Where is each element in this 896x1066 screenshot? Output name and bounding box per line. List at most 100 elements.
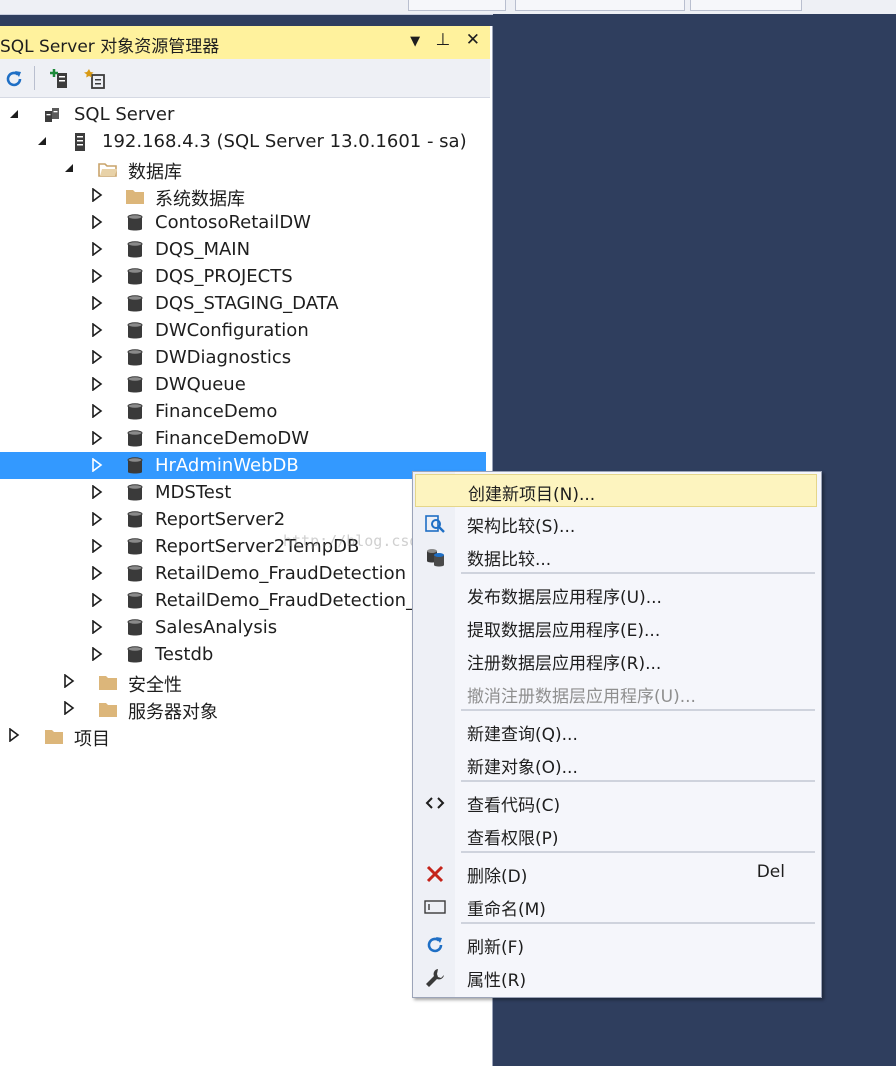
- pin-icon[interactable]: ⊥: [436, 30, 451, 50]
- menu-separator: [461, 572, 815, 574]
- tree-label: 安全性: [128, 675, 182, 696]
- menu-separator: [461, 922, 815, 924]
- expand-arrow-icon[interactable]: [91, 242, 103, 256]
- expand-arrow-icon[interactable]: [91, 323, 103, 337]
- tree-label: RetailDemo_FraudDetection: [155, 563, 407, 584]
- tree-label: MDSTest: [155, 482, 232, 503]
- expand-arrow-icon[interactable]: [91, 269, 103, 283]
- tree-node-database[interactable]: DQS_STAGING_DATA: [0, 290, 486, 317]
- expand-arrow-icon[interactable]: [63, 674, 75, 688]
- expand-arrow-icon[interactable]: [91, 350, 103, 364]
- tree-node-databases[interactable]: 数据库: [0, 155, 486, 183]
- toolbar-dropdown-2[interactable]: [515, 0, 685, 11]
- database-icon: [127, 511, 143, 528]
- menu-item[interactable]: 创建新项目(N)...: [415, 474, 817, 507]
- menu-item-label: 撤消注册数据层应用程序(U)...: [467, 687, 696, 707]
- wrench-icon: [424, 967, 446, 989]
- expand-arrow-icon[interactable]: [91, 458, 103, 472]
- database-icon: [127, 565, 143, 582]
- menu-item[interactable]: 删除(D) Del: [415, 857, 817, 890]
- expand-arrow-icon[interactable]: [91, 404, 103, 418]
- tree-node-database[interactable]: DQS_MAIN: [0, 236, 486, 263]
- tree-node-sql-server[interactable]: SQL Server: [0, 101, 486, 128]
- tree-label: FinanceDemo: [155, 401, 278, 422]
- menu-item[interactable]: 新建查询(Q)...: [415, 715, 817, 748]
- expand-arrow-icon[interactable]: [91, 296, 103, 310]
- dropdown-icon[interactable]: ▼: [410, 34, 420, 49]
- open-folder-icon: [98, 163, 117, 177]
- context-menu: 创建新项目(N)... 架构比较(S)... 数据比较... 发布数据层应用程序(U)…: [412, 471, 822, 998]
- database-icon: [127, 376, 143, 393]
- tree-node-database[interactable]: ContosoRetailDW: [0, 209, 486, 236]
- expand-arrow-icon[interactable]: [91, 377, 103, 391]
- collapse-arrow-icon[interactable]: [63, 161, 75, 175]
- delete-icon: [424, 863, 446, 885]
- expand-arrow-icon[interactable]: [63, 701, 75, 715]
- database-icon: [127, 295, 143, 312]
- menu-item[interactable]: 架构比较(S)...: [415, 507, 817, 540]
- code-icon: [424, 792, 446, 814]
- menu-item[interactable]: 发布数据层应用程序(U)...: [415, 578, 817, 611]
- menu-item[interactable]: 注册数据层应用程序(R)...: [415, 644, 817, 677]
- menu-item[interactable]: 重命名(M): [415, 890, 817, 923]
- database-icon: [127, 241, 143, 258]
- expand-arrow-icon[interactable]: [91, 188, 103, 202]
- database-icon: [127, 430, 143, 447]
- add-server-icon[interactable]: [50, 68, 72, 90]
- menu-item[interactable]: 提取数据层应用程序(E)...: [415, 611, 817, 644]
- refresh-icon[interactable]: [3, 68, 25, 90]
- menu-item[interactable]: 刷新(F): [415, 928, 817, 961]
- folder-icon: [99, 676, 117, 690]
- expand-arrow-icon[interactable]: [8, 728, 20, 742]
- close-icon[interactable]: ✕: [466, 30, 480, 50]
- expand-arrow-icon[interactable]: [91, 620, 103, 634]
- database-icon: [127, 484, 143, 501]
- menu-separator: [461, 709, 815, 711]
- menu-item[interactable]: 查看代码(C): [415, 786, 817, 819]
- database-icon: [127, 592, 143, 609]
- expand-arrow-icon[interactable]: [91, 431, 103, 445]
- expand-arrow-icon[interactable]: [91, 647, 103, 661]
- expand-arrow-icon[interactable]: [91, 512, 103, 526]
- expand-arrow-icon[interactable]: [91, 566, 103, 580]
- toolbar-button[interactable]: [690, 0, 802, 11]
- new-query-icon[interactable]: [84, 68, 106, 90]
- menu-item-label: 数据比较...: [467, 550, 552, 570]
- database-icon: [127, 214, 143, 231]
- expand-arrow-icon[interactable]: [91, 215, 103, 229]
- expand-arrow-icon[interactable]: [91, 485, 103, 499]
- menu-separator: [461, 780, 815, 782]
- database-icon: [127, 268, 143, 285]
- menu-item[interactable]: 新建对象(O)...: [415, 748, 817, 781]
- toolbar-dropdown-1[interactable]: [408, 0, 506, 11]
- tree-label: 项目: [74, 729, 110, 750]
- top-toolbar-strip: [0, 0, 896, 15]
- menu-item[interactable]: 数据比较...: [415, 540, 817, 573]
- menu-item[interactable]: 属性(R): [415, 961, 817, 994]
- tree-node-system-databases[interactable]: 系统数据库: [0, 182, 486, 210]
- menu-item-label: 删除(D): [467, 867, 528, 887]
- folder-icon: [45, 730, 63, 744]
- tree-node-database[interactable]: DQS_PROJECTS: [0, 263, 486, 290]
- tree-node-database[interactable]: DWConfiguration: [0, 317, 486, 344]
- tree-node-database[interactable]: FinanceDemo: [0, 398, 486, 425]
- menu-item-shortcut: Del: [756, 862, 785, 882]
- database-icon: [127, 403, 143, 420]
- menu-item-label: 属性(R): [467, 971, 527, 991]
- panel-toolbar: [0, 59, 490, 98]
- tree-node-server[interactable]: 192.168.4.3 (SQL Server 13.0.1601 - sa): [0, 128, 486, 155]
- collapse-arrow-icon[interactable]: [8, 107, 20, 121]
- tree-node-database[interactable]: DWDiagnostics: [0, 344, 486, 371]
- database-icon: [127, 538, 143, 555]
- tree-label: RetailDemo_FraudDetection_d: [155, 590, 427, 611]
- tree-label: HrAdminWebDB: [155, 455, 299, 476]
- menu-item[interactable]: 查看权限(P): [415, 819, 817, 852]
- expand-arrow-icon[interactable]: [91, 539, 103, 553]
- collapse-arrow-icon[interactable]: [36, 134, 48, 148]
- tree-label: DQS_MAIN: [155, 239, 251, 260]
- tree-node-database[interactable]: FinanceDemoDW: [0, 425, 486, 452]
- menu-item-label: 发布数据层应用程序(U)...: [467, 588, 662, 608]
- tree-node-database[interactable]: DWQueue: [0, 371, 486, 398]
- expand-arrow-icon[interactable]: [91, 593, 103, 607]
- data-compare-icon: [424, 546, 446, 568]
